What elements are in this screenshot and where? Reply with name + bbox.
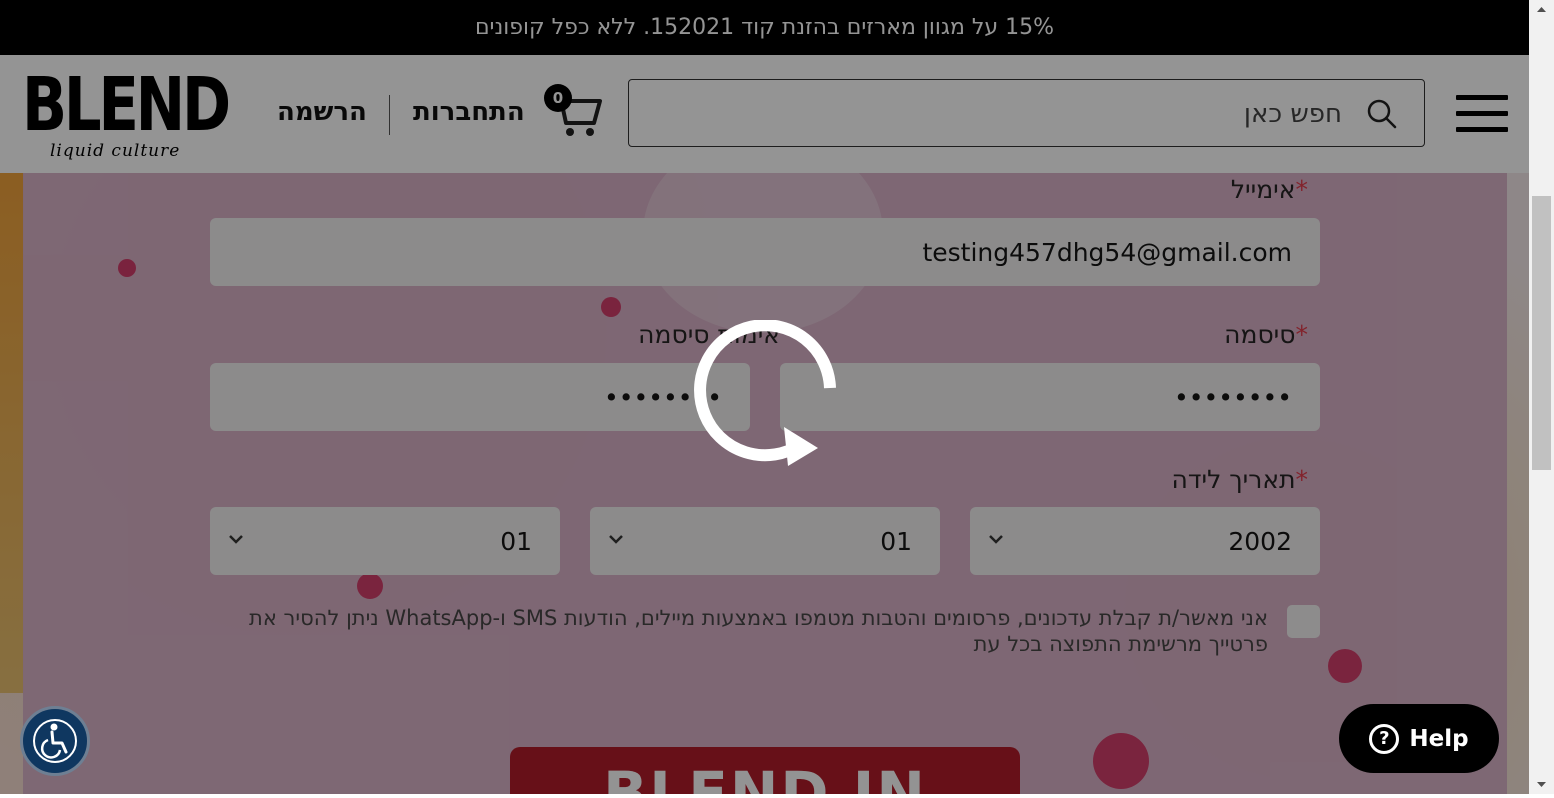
- loading-spinner-icon: [690, 319, 840, 470]
- question-icon: ?: [1369, 723, 1400, 754]
- help-label: Help: [1409, 725, 1469, 752]
- page: 15% על מגוון מארזים בהזנת קוד 152021. לל…: [0, 0, 1529, 794]
- vertical-scrollbar[interactable]: [1529, 0, 1554, 794]
- scroll-down-arrow-icon[interactable]: [1529, 774, 1554, 794]
- scroll-thumb[interactable]: [1532, 196, 1551, 470]
- scroll-up-arrow-icon[interactable]: [1529, 0, 1554, 20]
- help-button[interactable]: ? Help: [1339, 704, 1499, 773]
- accessibility-icon[interactable]: [20, 706, 90, 776]
